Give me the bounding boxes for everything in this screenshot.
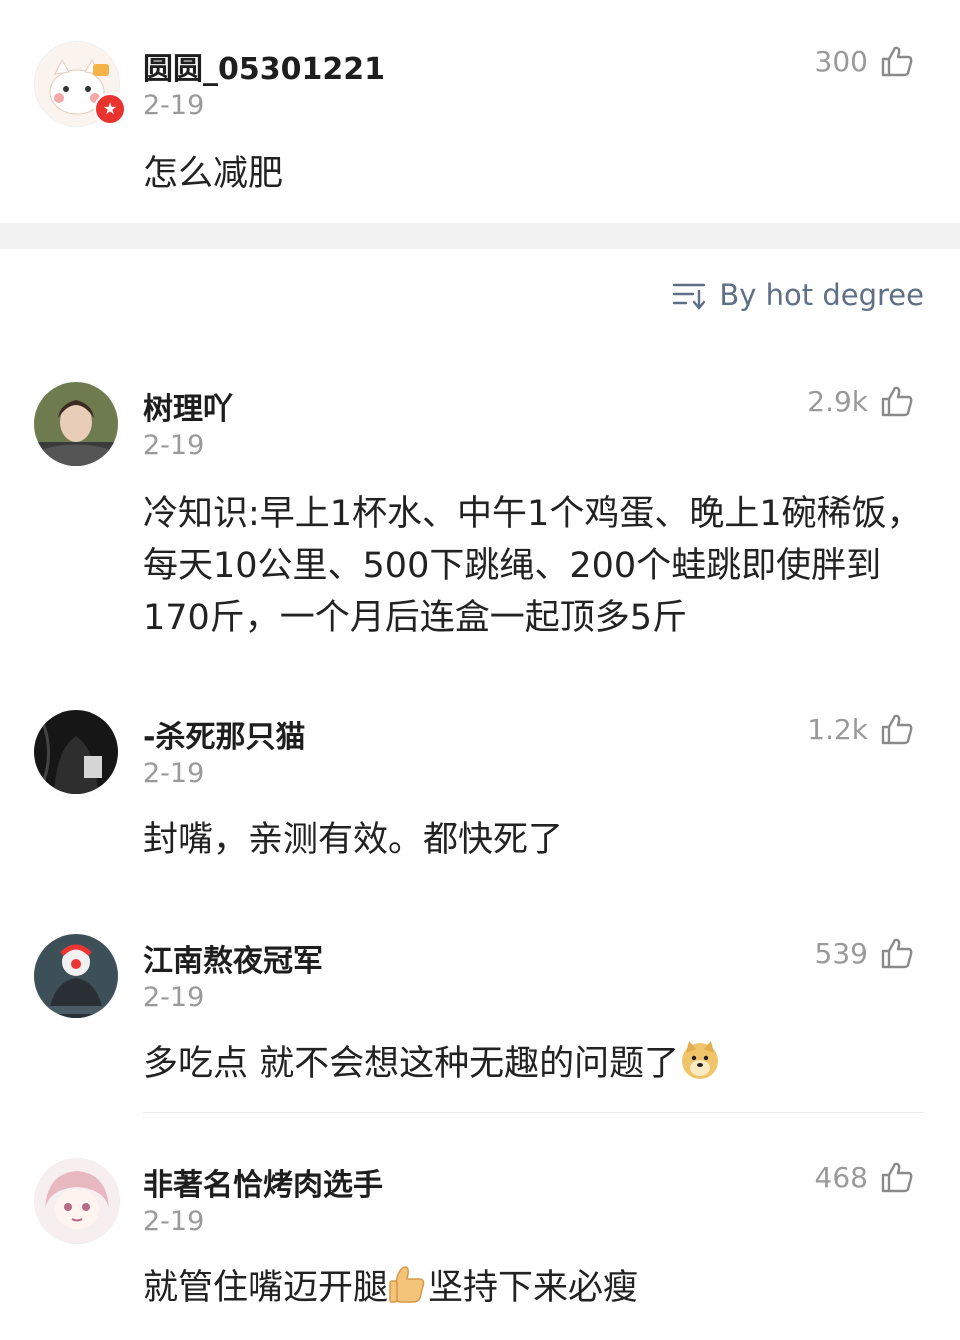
like-count: 300	[814, 44, 868, 78]
comment-text: 怎么减肥	[143, 154, 284, 194]
comment-text: 就管住嘴迈开腿 坚持下来必瘦	[143, 1262, 923, 1320]
comment-text: 多吃点 就不会想这种无趣的问题了	[143, 1038, 923, 1096]
sort-label: By hot degree	[719, 278, 924, 312]
sort-button[interactable]: By hot degree	[671, 278, 924, 312]
thumbs-up-icon	[880, 1160, 914, 1194]
comment-item: ★ 圆圆_05301221 2-19 300 怎么减肥	[0, 0, 960, 223]
username[interactable]: 树理吖	[143, 384, 233, 428]
comment-text: 封嘴，亲测有效。都快死了	[143, 820, 564, 860]
section-divider	[0, 223, 960, 249]
like-count: 539	[814, 936, 868, 970]
comment-text-after: 坚持下来必瘦	[428, 1268, 639, 1308]
comment-text: 冷知识:早上1杯水、中午1个鸡蛋、晚上1碗稀饭，每天10公里、500下跳绳、20…	[143, 494, 922, 638]
sort-icon	[671, 280, 707, 310]
comment-date: 2-19	[143, 758, 205, 789]
comment-separator	[143, 1112, 924, 1113]
like-button[interactable]: 1.2k	[807, 712, 914, 746]
like-button[interactable]: 468	[815, 1160, 914, 1194]
username[interactable]: -杀死那只猫	[143, 712, 305, 756]
comment-item: 非著名恰烤肉选手 2-19 468 就管住嘴迈开腿 坚持下来必瘦	[0, 1146, 960, 1340]
doge-emoji	[679, 1039, 721, 1096]
username[interactable]: 江南熬夜冠军	[143, 936, 323, 980]
comment-date: 2-19	[143, 982, 205, 1013]
like-button[interactable]: 300	[815, 44, 914, 78]
comment-text-body: 多吃点 就不会想这种无趣的问题了	[143, 1044, 680, 1084]
comment-item: 树理吖 2-19 2.9k 冷知识:早上1杯水、中午1个鸡蛋、晚上1碗稀饭，每天…	[0, 370, 960, 660]
comment-date: 2-19	[143, 1206, 205, 1237]
comment-date: 2-19	[143, 430, 205, 461]
like-count: 1.2k	[807, 712, 868, 746]
verified-badge-icon: ★	[94, 93, 126, 125]
thumbs-up-icon	[880, 936, 914, 970]
like-count: 468	[814, 1160, 868, 1194]
avatar[interactable]	[34, 1158, 120, 1244]
avatar[interactable]	[34, 382, 118, 466]
username[interactable]: 圆圆_05301221	[143, 44, 385, 88]
avatar[interactable]	[34, 934, 118, 1018]
thumbs-up-icon	[880, 712, 914, 746]
comment-text-before: 就管住嘴迈开腿	[143, 1268, 389, 1308]
thumbs-up-emoji	[388, 1263, 428, 1320]
like-button[interactable]: 539	[815, 936, 914, 970]
like-count: 2.9k	[807, 384, 868, 418]
comment-item: -杀死那只猫 2-19 1.2k 封嘴，亲测有效。都快死了	[0, 698, 960, 898]
thumbs-up-icon	[880, 44, 914, 78]
avatar[interactable]	[34, 710, 118, 794]
comment-date: 2-19	[143, 90, 205, 121]
comment-item: 江南熬夜冠军 2-19 539 多吃点 就不会想这种无趣的问题了	[0, 922, 960, 1117]
username[interactable]: 非著名恰烤肉选手	[143, 1160, 383, 1204]
thumbs-up-icon	[880, 384, 914, 418]
like-button[interactable]: 2.9k	[807, 384, 914, 418]
